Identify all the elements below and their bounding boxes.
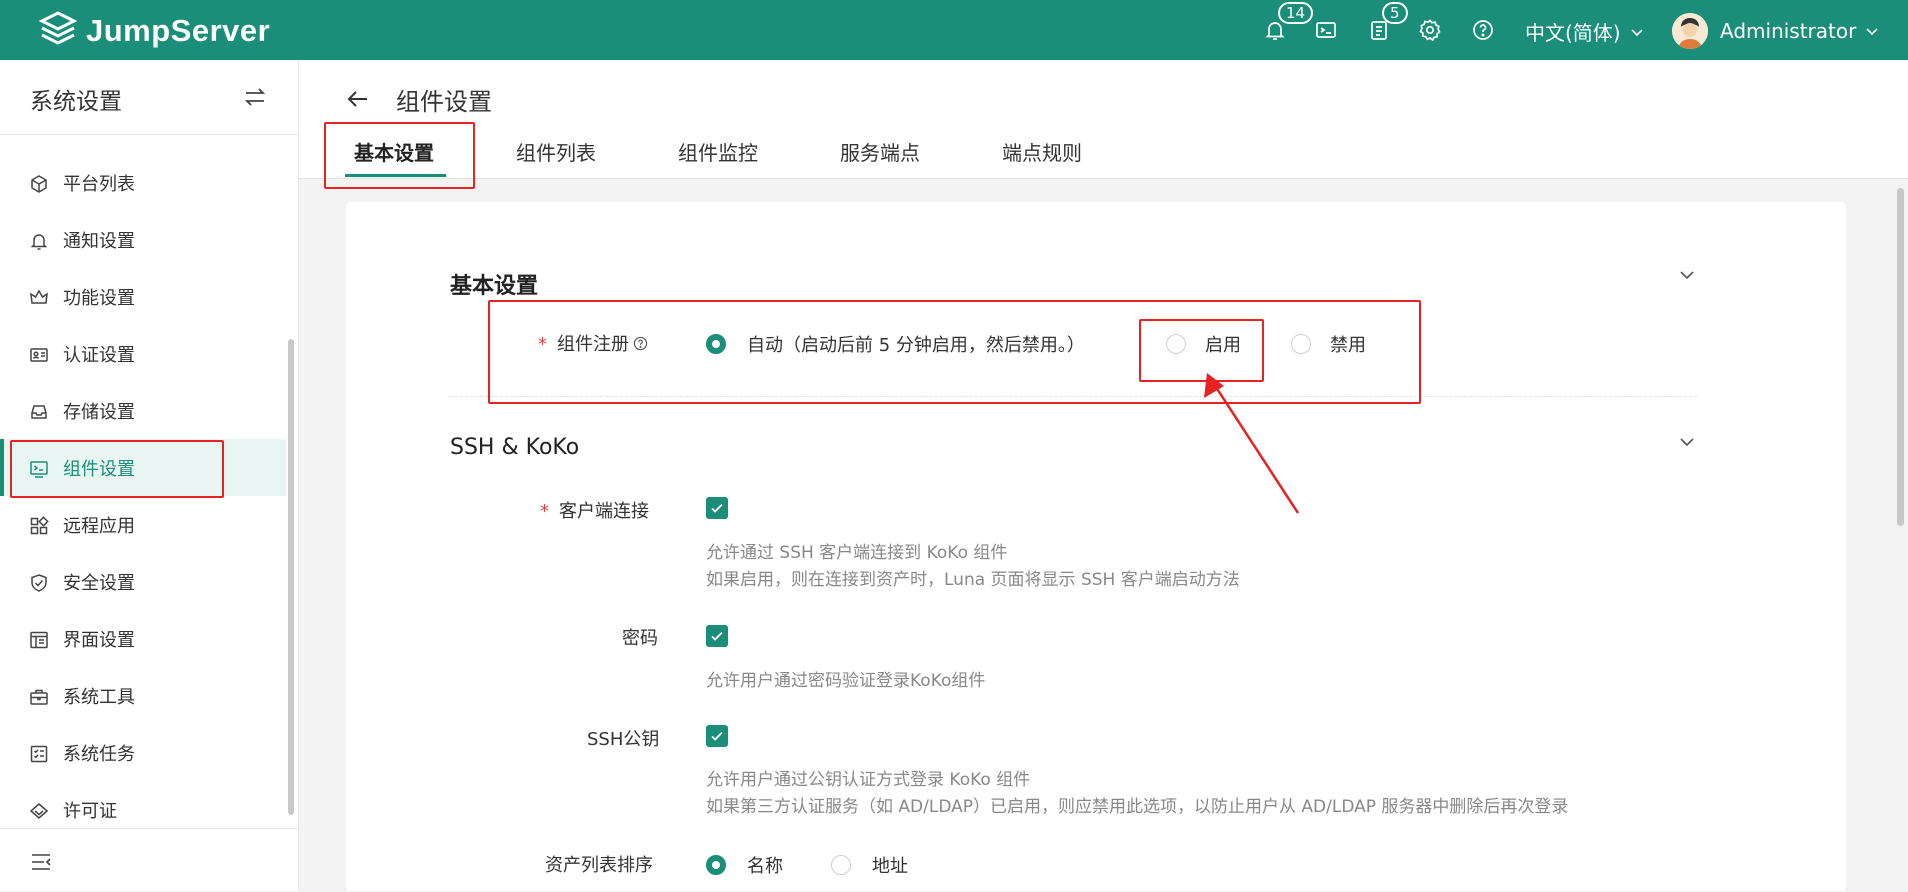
web-terminal-button[interactable] xyxy=(1311,15,1341,45)
tab-component-list[interactable]: 组件列表 xyxy=(516,137,596,166)
task-list-icon xyxy=(29,744,49,764)
top-navbar: JumpServer 14 5 中文(简体) Administrator xyxy=(0,0,1908,60)
client-connect-label: * 客户端连接 xyxy=(540,497,649,523)
page-header: 组件设置 基本设置 组件列表 组件监控 服务端点 端点规则 xyxy=(299,60,1908,179)
sidebar-item-label: 功能设置 xyxy=(63,288,135,309)
asset-sort-label: 资产列表排序 xyxy=(545,855,653,876)
page-title: 组件设置 xyxy=(396,88,492,116)
annotation-box-tab xyxy=(324,122,475,189)
password-checkbox[interactable] xyxy=(706,625,728,647)
sidebar-item-label: 通知设置 xyxy=(63,231,135,252)
client-connect-help-2: 如果启用，则在连接到资产时，Luna 页面将显示 SSH 客户端启动方法 xyxy=(706,570,1240,590)
chevron-down-icon xyxy=(1866,28,1878,36)
sort-address-label[interactable]: 地址 xyxy=(872,852,908,878)
ssh-section-title: SSH & KoKo xyxy=(450,435,580,460)
brand-name: JumpServer xyxy=(86,13,271,48)
checkmark-icon xyxy=(711,631,723,641)
crown-icon xyxy=(29,288,49,308)
sort-name-radio[interactable] xyxy=(706,855,726,875)
basic-section-title: 基本设置 xyxy=(450,274,539,299)
sort-name-label[interactable]: 名称 xyxy=(747,852,783,878)
sidebar-item-label: 界面设置 xyxy=(63,630,135,651)
gear-icon xyxy=(1419,19,1441,42)
collapse-menu-icon[interactable] xyxy=(30,851,52,873)
sidebar-item-label: 安全设置 xyxy=(63,573,135,594)
question-circle-icon xyxy=(1473,20,1493,40)
pubkey-help-2: 如果第三方认证服务（如 AD/LDAP）已启用，则应禁用此选项，以防止用户从 A… xyxy=(706,797,1569,817)
inbox-icon xyxy=(29,402,49,422)
bell-icon xyxy=(29,231,49,251)
sidebar-scroll-thumb[interactable] xyxy=(288,339,294,815)
terminal-icon xyxy=(1316,22,1336,38)
help-button[interactable] xyxy=(1468,15,1498,45)
sidebar-item-label: 平台列表 xyxy=(63,174,135,195)
tab-endpoint-rules[interactable]: 端点规则 xyxy=(1002,137,1082,166)
user-avatar xyxy=(1672,13,1708,49)
sidebar-item-interface[interactable]: 界面设置 xyxy=(0,610,286,667)
sidebar-item-security[interactable]: 安全设置 xyxy=(0,553,286,610)
sidebar-scrollbar[interactable] xyxy=(286,143,296,823)
toolbox-icon xyxy=(29,687,49,707)
user-name: Administrator xyxy=(1720,19,1857,43)
tab-endpoints[interactable]: 服务端点 xyxy=(840,137,920,166)
client-connect-label-text: 客户端连接 xyxy=(559,501,649,522)
switch-view-icon[interactable] xyxy=(242,84,268,110)
sidebar-item-storage[interactable]: 存储设置 xyxy=(0,382,286,439)
notifications-button[interactable]: 14 xyxy=(1260,2,1314,45)
chevron-down-icon xyxy=(1631,28,1643,36)
layout-icon xyxy=(29,630,49,650)
notifications-badge: 14 xyxy=(1278,2,1314,24)
sidebar-item-auth[interactable]: 认证设置 xyxy=(0,325,286,382)
sidebar-item-label: 系统工具 xyxy=(63,687,135,708)
settings-button[interactable] xyxy=(1415,15,1445,45)
chevron-down-icon[interactable] xyxy=(1677,265,1697,285)
shield-icon xyxy=(29,573,49,593)
license-icon xyxy=(29,801,49,821)
chevron-down-icon[interactable] xyxy=(1677,432,1697,452)
sidebar-item-label: 许可证 xyxy=(63,801,117,822)
sidebar-item-label: 认证设置 xyxy=(63,345,135,366)
checkmark-icon xyxy=(711,503,723,513)
sidebar-title: 系统设置 xyxy=(30,89,122,115)
tab-component-monitor[interactable]: 组件监控 xyxy=(678,137,758,166)
apps-icon xyxy=(29,516,49,536)
sidebar-item-notifications[interactable]: 通知设置 xyxy=(0,211,286,268)
password-help: 允许用户通过密码验证登录KoKo组件 xyxy=(706,671,986,691)
id-card-icon xyxy=(29,345,49,365)
sidebar-item-label: 存储设置 xyxy=(63,402,135,423)
cube-icon xyxy=(29,174,49,194)
language-selector[interactable]: 中文(简体) xyxy=(1525,17,1645,46)
annotation-box-sidebar xyxy=(10,440,224,498)
tickets-badge: 5 xyxy=(1382,2,1408,24)
annotation-box-enable xyxy=(1139,319,1264,382)
sidebar-header: 系统设置 xyxy=(0,60,298,135)
main-scrollbar[interactable] xyxy=(1895,180,1905,880)
sidebar-item-label: 远程应用 xyxy=(63,516,135,537)
jumpserver-logo-icon xyxy=(38,11,78,45)
user-menu[interactable]: Administrator xyxy=(1672,13,1880,49)
brand-logo[interactable]: JumpServer xyxy=(38,11,270,51)
avatar-icon xyxy=(1672,13,1708,49)
tickets-button[interactable]: 5 xyxy=(1364,2,1408,45)
sidebar-item-platforms[interactable]: 平台列表 xyxy=(0,154,286,211)
pubkey-help-1: 允许用户通过公钥认证方式登录 KoKo 组件 xyxy=(706,770,1031,790)
sidebar-item-tools[interactable]: 系统工具 xyxy=(0,667,286,724)
language-label: 中文(简体) xyxy=(1525,21,1621,45)
sidebar-item-tasks[interactable]: 系统任务 xyxy=(0,724,286,781)
required-mark: * xyxy=(540,501,549,522)
back-arrow-icon[interactable] xyxy=(345,86,371,112)
client-connect-help-1: 允许通过 SSH 客户端连接到 KoKo 组件 xyxy=(706,543,1008,563)
sidebar-item-label: 系统任务 xyxy=(63,744,135,765)
annotation-box-register xyxy=(488,300,1421,404)
sidebar-footer xyxy=(0,828,298,892)
pubkey-checkbox[interactable] xyxy=(706,725,728,747)
sidebar-item-remote-apps[interactable]: 远程应用 xyxy=(0,496,286,553)
checkmark-icon xyxy=(711,731,723,741)
password-label: 密码 xyxy=(622,628,658,649)
sidebar-item-features[interactable]: 功能设置 xyxy=(0,268,286,325)
client-connect-checkbox[interactable] xyxy=(706,497,728,519)
sort-address-radio[interactable] xyxy=(831,855,851,875)
main-scroll-thumb[interactable] xyxy=(1897,188,1904,526)
pubkey-label: SSH公钥 xyxy=(587,729,660,750)
